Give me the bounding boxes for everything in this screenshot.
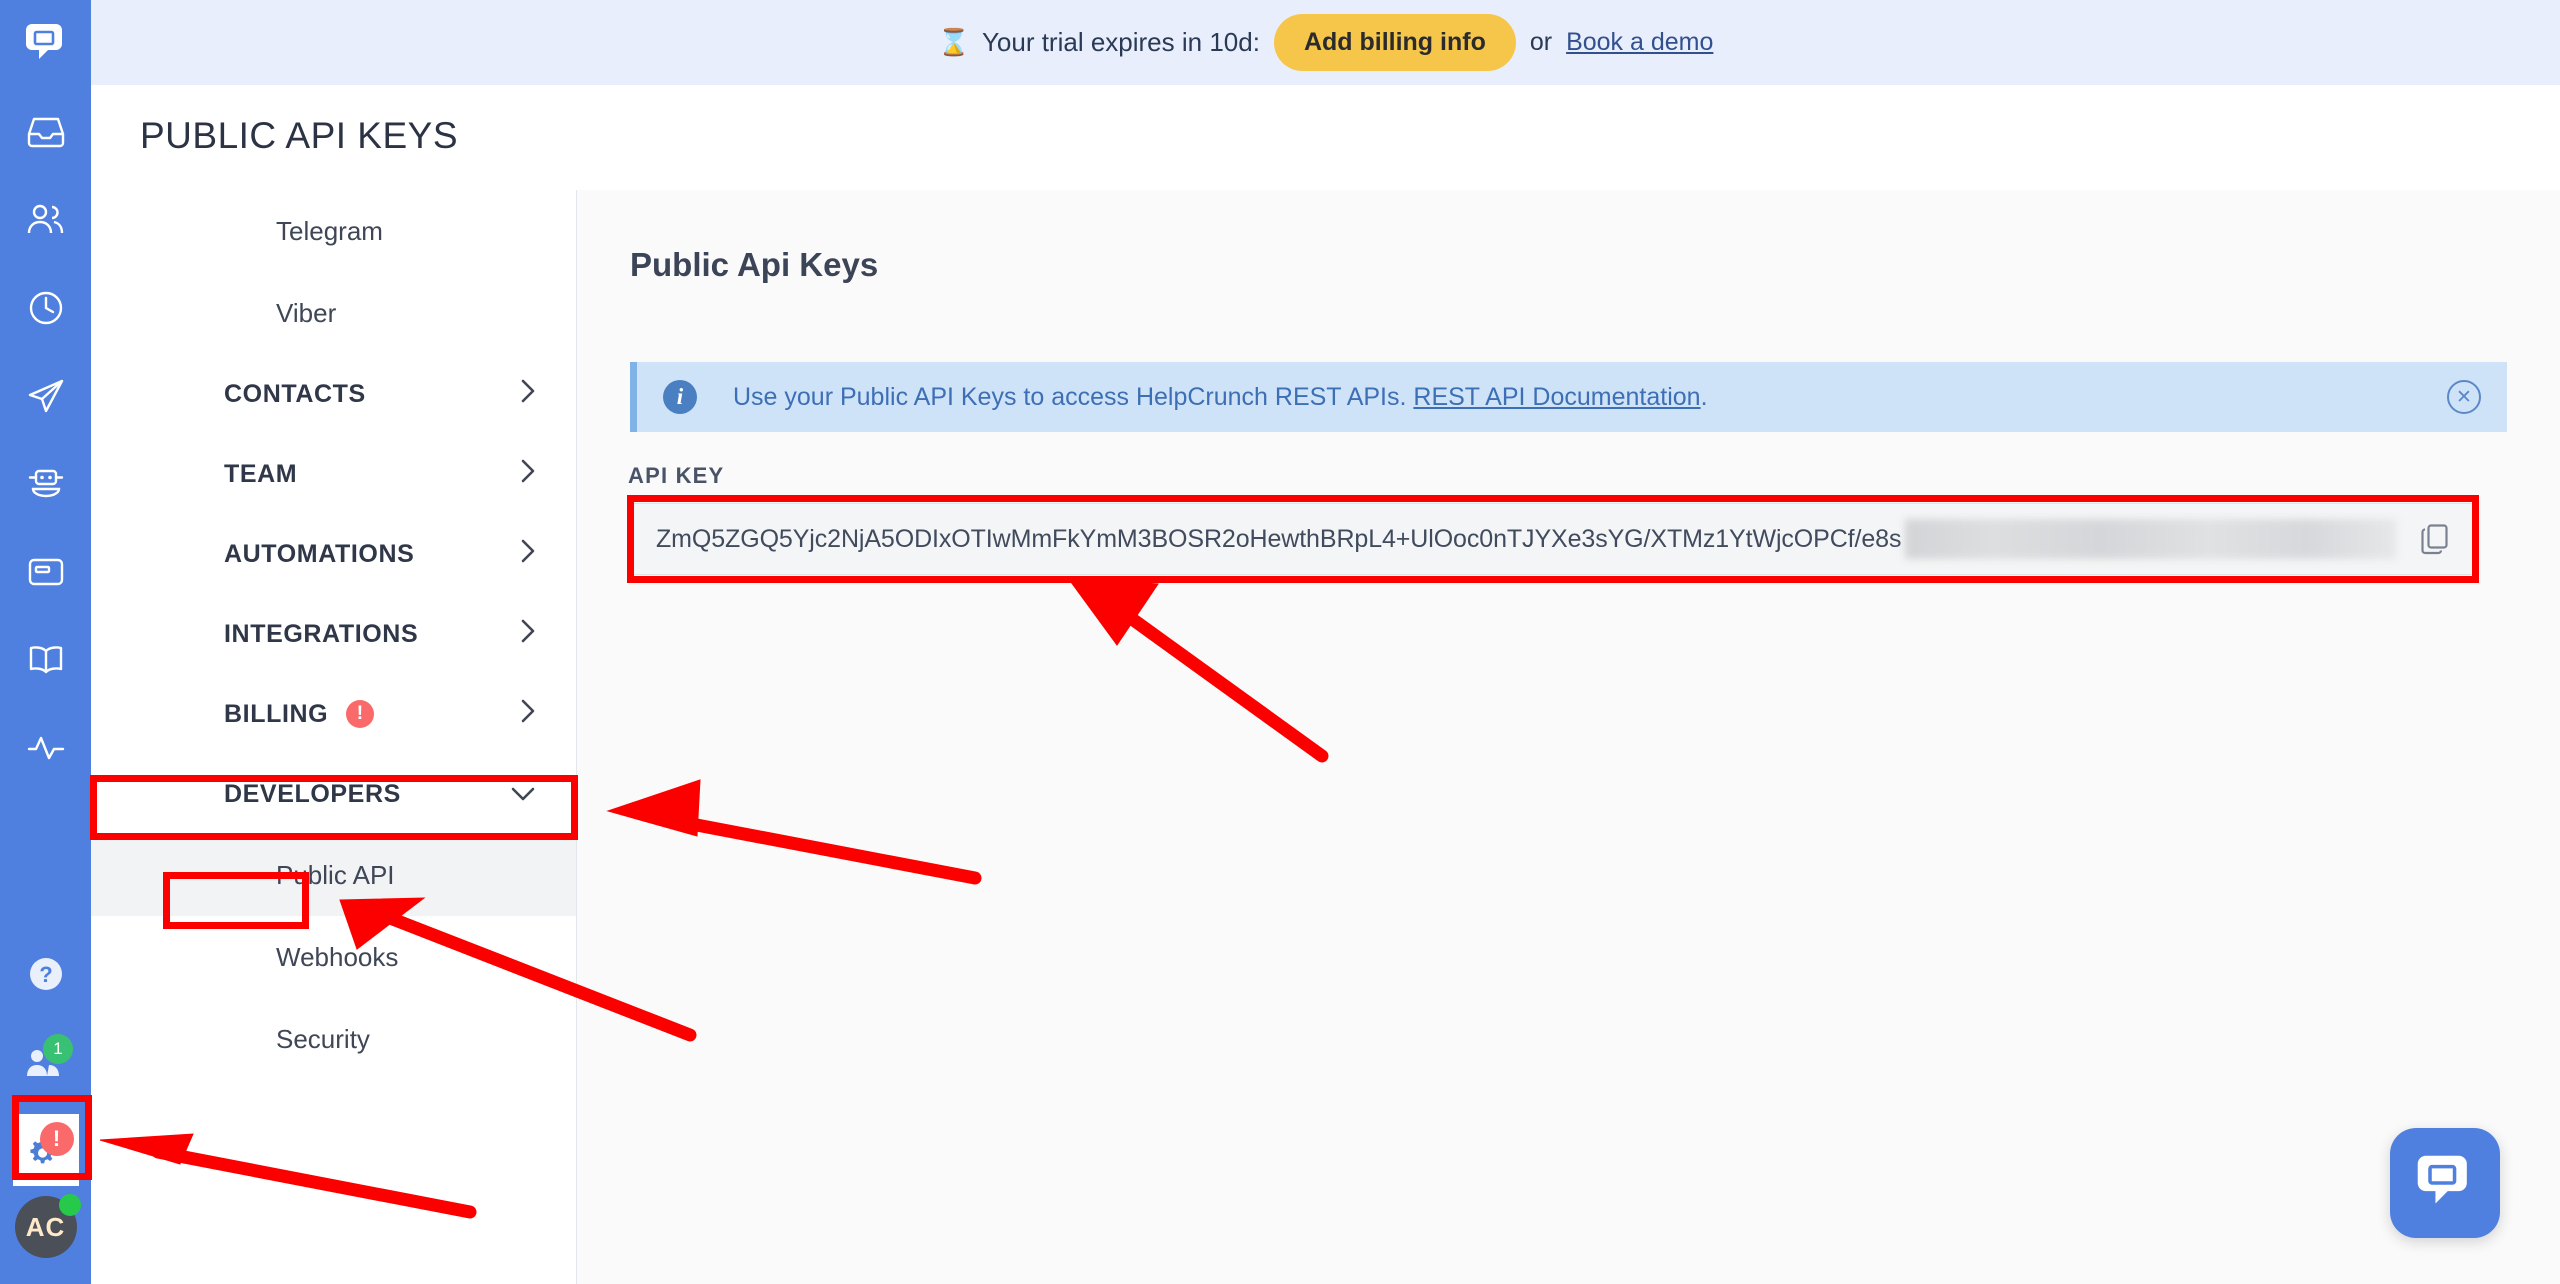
avatar-online-indicator [58,1194,81,1216]
history-clock-icon [29,291,62,325]
chevron-right-icon [520,618,536,651]
activity-pulse-icon [27,736,64,760]
sidebar-item-history[interactable] [0,264,91,352]
knowledge-base-book-icon [29,646,62,674]
api-key-field[interactable]: ZmQ5ZGQ5Yjc2NjA5ODIxOTIwMmFkYmM3BOSR2oHe… [633,503,2473,575]
sidebar-group-label: AUTOMATIONS [224,539,415,568]
info-banner: i Use your Public API Keys to access Hel… [630,362,2507,432]
page-title: PUBLIC API KEYS [140,115,459,156]
info-banner-text: Use your Public API Keys to access HelpC… [733,383,1708,412]
chevron-right-icon [520,378,536,411]
trial-message-text: Your trial expires in 10d: [981,27,1260,57]
svg-text:?: ? [39,962,52,987]
info-text-after: . [1700,382,1708,411]
billing-alert-badge: ! [346,700,375,728]
sidebar-item-campaigns[interactable] [0,352,91,440]
chevron-right-icon [520,458,536,491]
section-title: Public Api Keys [630,246,879,283]
sidebar-group-label: TEAM [224,459,298,488]
sidebar-group-label: CONTACTS [224,379,366,408]
book-a-demo-link[interactable]: Book a demo [1566,28,1713,57]
sidebar-item-public-api[interactable]: Public API [91,834,576,916]
sidebar-item-telegram[interactable]: Telegram [91,190,576,272]
add-billing-info-button[interactable]: Add billing info [1273,14,1516,71]
sidebar-item-label: Security [276,1023,370,1054]
rail-bottom-group: ? 1 ! AC [0,930,91,1284]
sidebar-group-contacts[interactable]: CONTACTS [91,354,576,434]
sidebar-item-chatbot[interactable] [0,440,91,528]
api-key-masked-region [1905,519,2396,559]
help-question-icon: ? [29,958,62,990]
sidebar-item-viber[interactable]: Viber [91,272,576,354]
sidebar-group-developers[interactable]: DEVELOPERS [91,754,576,834]
chevron-right-icon [520,698,536,731]
chat-launcher-button[interactable] [2390,1128,2500,1238]
trial-separator: or [1529,28,1553,56]
sidebar-group-team[interactable]: TEAM [91,434,576,514]
sidebar-group-label: INTEGRATIONS [224,619,419,648]
sidebar-group-label-wrap: BILLING ! [224,699,375,729]
sidebar-item-label: Telegram [276,215,383,246]
avatar-initials: AC [25,1211,66,1242]
sidebar-group-label: DEVELOPERS [224,779,401,808]
team-invite-badge: 1 [43,1034,73,1064]
inbox-icon [27,117,64,148]
api-key-value: ZmQ5ZGQ5Yjc2NjA5ODIxOTIwMmFkYmM3BOSR2oHe… [656,524,1902,553]
settings-sidebar: Telegram Viber CONTACTS TEAM AUTOMATIONS… [91,190,577,1284]
info-circle-icon: i [663,380,697,414]
chevron-down-icon [510,780,536,809]
sidebar-group-label: BILLING [224,699,329,728]
sidebar-item-label: Webhooks [276,941,399,972]
copy-api-key-button[interactable] [2418,522,2452,556]
main-content: Public Api Keys i Use your Public API Ke… [577,190,2560,1284]
app-logo[interactable] [0,0,91,88]
chat-bubble-icon [2417,1155,2467,1204]
info-text-before: Use your Public API Keys to access HelpC… [733,382,1414,411]
api-key-label: API KEY [628,463,725,488]
sidebar-item-label: Public API [276,859,395,890]
app-root: ? 1 ! AC ⌛ Your trial expires in 10d: Ad… [0,0,2560,1284]
settings-alert-badge: ! [39,1122,74,1156]
rest-api-documentation-link[interactable]: REST API Documentation [1413,383,1700,411]
team-invite-button[interactable]: 1 [0,1018,91,1106]
rail-icon-list [0,88,91,792]
sidebar-item-reports[interactable] [0,704,91,792]
chevron-right-icon [520,538,536,571]
trial-message: ⌛ Your trial expires in 10d: [938,27,1260,58]
sidebar-item-inbox[interactable] [0,88,91,176]
contacts-icon [27,204,63,234]
trial-banner: ⌛ Your trial expires in 10d: Add billing… [91,0,2560,85]
copy-icon [2421,524,2448,555]
hourglass-icon: ⌛ [937,27,970,57]
sidebar-group-billing[interactable]: BILLING ! [91,674,576,754]
sidebar-item-security[interactable]: Security [91,998,576,1080]
sidebar-item-popups[interactable] [0,528,91,616]
settings-button[interactable]: ! [12,1114,79,1186]
sidebar-item-label: Viber [276,297,337,328]
sidebar-item-knowledge-base[interactable] [0,616,91,704]
chatbot-icon [28,469,63,498]
sidebar-group-automations[interactable]: AUTOMATIONS [91,514,576,594]
send-campaign-icon [28,379,63,413]
close-circle-icon[interactable]: ✕ [2447,380,2481,414]
sidebar-item-contacts[interactable] [0,176,91,264]
sidebar-item-webhooks[interactable]: Webhooks [91,916,576,998]
knowledge-card-icon [28,558,63,586]
sidebar-group-integrations[interactable]: INTEGRATIONS [91,594,576,674]
avatar[interactable]: AC [14,1194,81,1258]
left-icon-rail: ? 1 ! AC [0,0,91,1284]
help-button[interactable]: ? [0,930,91,1018]
